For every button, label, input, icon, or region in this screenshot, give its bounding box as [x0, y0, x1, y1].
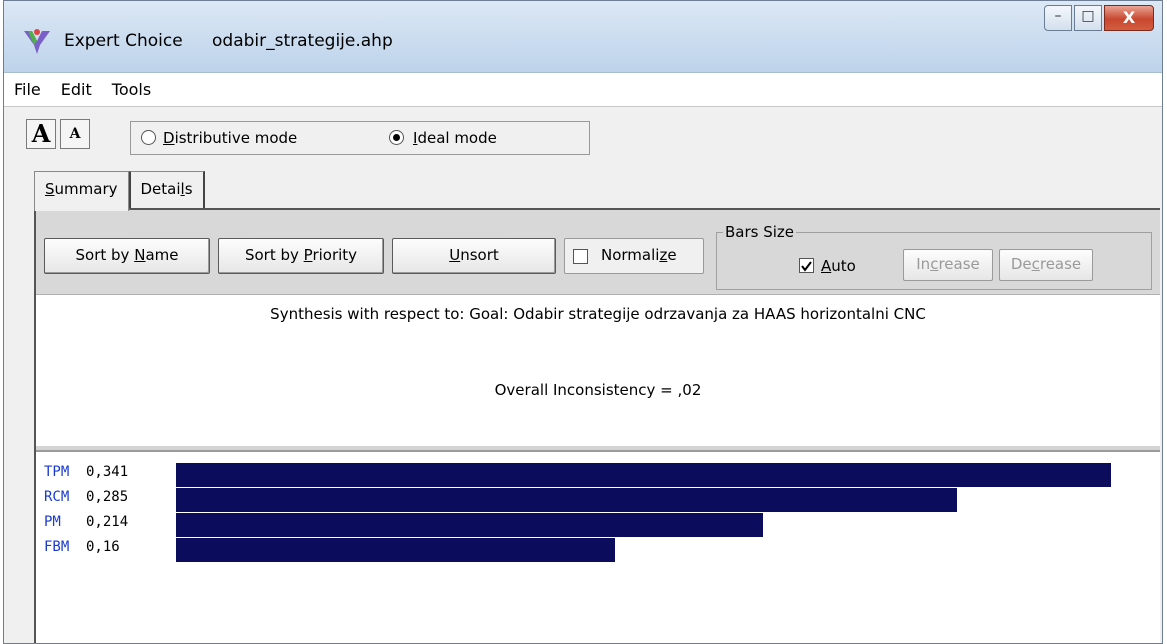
alternative-priority: 0,341 — [86, 464, 129, 480]
increase-button[interactable]: Increase — [903, 249, 993, 281]
priority-bar — [176, 463, 1111, 487]
menu-bar: File Edit Tools — [4, 73, 1162, 107]
ideal-mode-radio[interactable] — [389, 130, 404, 145]
distributive-mode-radio[interactable] — [141, 130, 156, 145]
menu-edit[interactable]: Edit — [61, 80, 92, 99]
font-increase-icon: A — [31, 119, 51, 148]
minimize-button[interactable]: – — [1044, 5, 1072, 31]
bars-size-legend: Bars Size — [723, 223, 797, 241]
result-row: RCM 0,285 — [36, 487, 1156, 512]
overall-inconsistency: Overall Inconsistency = ,02 — [494, 381, 702, 399]
window-title-file: odabir_strategije.ahp — [212, 31, 393, 51]
decrease-button[interactable]: Decrease — [999, 249, 1093, 281]
tab-details[interactable]: Details — [128, 171, 205, 209]
alternative-priority: 0,214 — [86, 514, 129, 530]
ideal-mode-label[interactable]: Ideal mode — [413, 129, 497, 147]
normalize-label: Normalize — [601, 246, 677, 264]
synthesis-header: Synthesis with respect to: Goal: Odabir … — [36, 294, 1160, 446]
maximize-icon: □ — [1081, 8, 1095, 24]
alternative-name: TPM — [44, 464, 70, 480]
auto-checkbox[interactable] — [799, 258, 814, 273]
result-row: PM 0,214 — [36, 512, 1156, 537]
summary-panel: Sort by Name Sort by Priority Unsort Nor… — [34, 208, 1160, 643]
close-button[interactable]: X — [1104, 5, 1154, 31]
app-icon — [24, 29, 50, 54]
alternative-name: RCM — [44, 489, 70, 505]
result-row: FBM 0,16 — [36, 537, 1156, 562]
priority-bar — [176, 513, 763, 537]
mode-group: Distributive mode Ideal mode — [130, 121, 590, 155]
distributive-mode-label[interactable]: Distributive mode — [163, 129, 297, 147]
tab-strip: Summary Details — [34, 171, 205, 211]
auto-label[interactable]: Auto — [821, 257, 856, 275]
maximize-button[interactable]: □ — [1074, 5, 1102, 31]
menu-file[interactable]: File — [14, 80, 41, 99]
normalize-toggle[interactable]: Normalize — [564, 238, 704, 274]
bars-size-group: Bars Size Auto Increase Decrease — [716, 223, 1152, 290]
radio-selected-dot — [393, 134, 400, 141]
font-decrease-button[interactable]: A — [60, 119, 90, 149]
priority-bar — [176, 538, 615, 562]
font-decrease-icon: A — [69, 126, 81, 142]
sort-by-priority-button[interactable]: Sort by Priority — [218, 238, 384, 274]
font-increase-button[interactable]: A — [26, 119, 56, 149]
priority-bar — [176, 488, 957, 512]
title-bar[interactable]: Expert Choice odabir_strategije.ahp – □ … — [4, 1, 1162, 73]
close-icon: X — [1122, 8, 1136, 27]
alternative-name: PM — [44, 514, 61, 530]
alternative-priority: 0,285 — [86, 489, 129, 505]
priority-results: TPM 0,341 RCM 0,285 PM 0,214 FBM 0,16 — [36, 450, 1160, 643]
alternative-priority: 0,16 — [86, 539, 120, 555]
window-title-app: Expert Choice — [64, 31, 183, 51]
sort-by-name-button[interactable]: Sort by Name — [44, 238, 210, 274]
app-window: Expert Choice odabir_strategije.ahp – □ … — [3, 0, 1163, 644]
unsort-button[interactable]: Unsort — [392, 238, 556, 274]
summary-controls: Sort by Name Sort by Priority Unsort Nor… — [36, 210, 1160, 294]
checkmark-icon — [801, 261, 812, 272]
tab-summary[interactable]: Summary — [34, 171, 129, 211]
alternative-name: FBM — [44, 539, 70, 555]
result-row: TPM 0,341 — [36, 462, 1156, 487]
minimize-icon: – — [1054, 8, 1062, 24]
normalize-checkbox[interactable] — [573, 249, 588, 264]
menu-tools[interactable]: Tools — [112, 80, 151, 99]
synthesis-title: Synthesis with respect to: Goal: Odabir … — [270, 305, 926, 323]
